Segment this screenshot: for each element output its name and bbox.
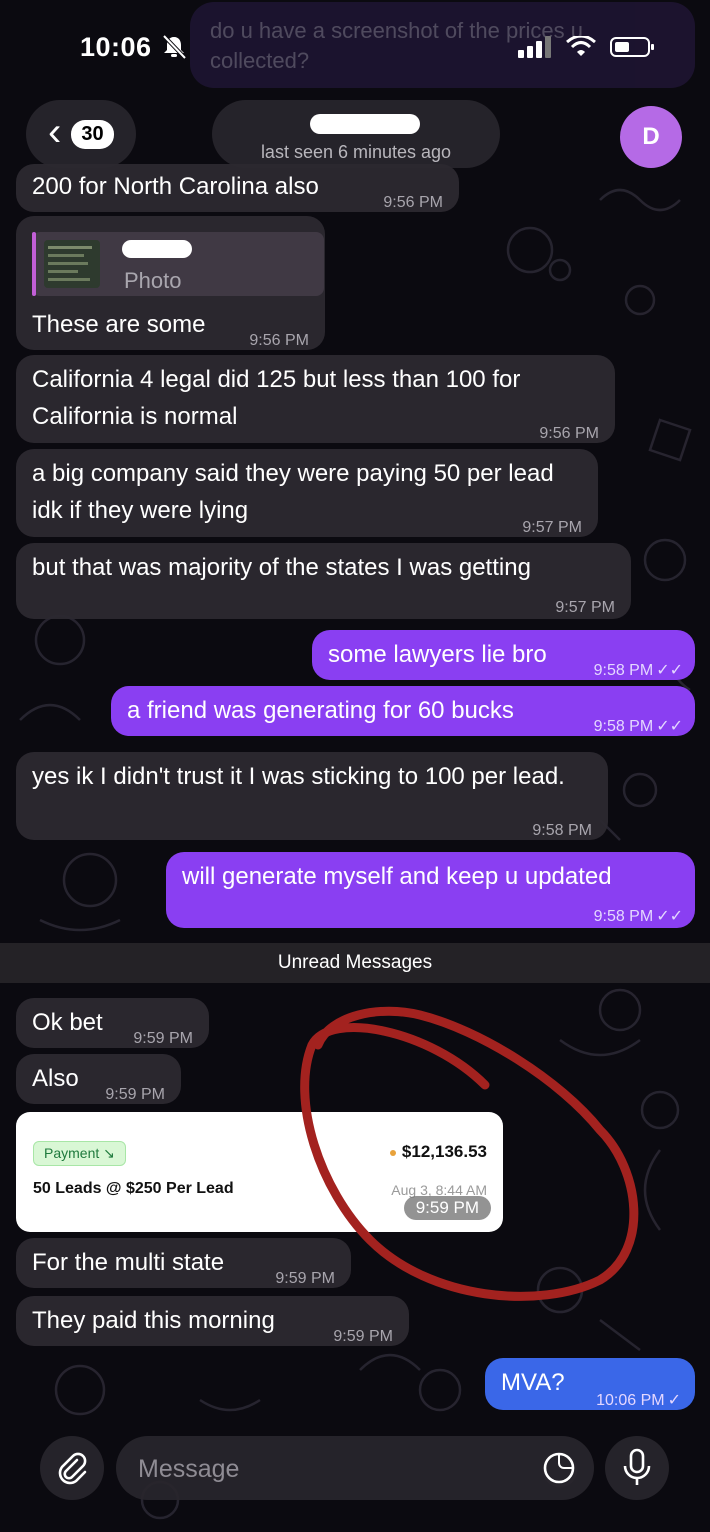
avatar[interactable]: D bbox=[620, 106, 682, 168]
redacted-sender bbox=[122, 240, 192, 258]
chevron-left-icon: ‹ bbox=[48, 110, 62, 154]
message-time: 9:59 PM bbox=[133, 1030, 193, 1047]
attach-button[interactable] bbox=[40, 1436, 104, 1500]
message-text: These are some bbox=[32, 311, 206, 338]
message-text: California 4 legal did 125 but less than… bbox=[32, 366, 521, 430]
message-time: 9:58 PM bbox=[593, 908, 654, 925]
message-text: They paid this morning bbox=[32, 1307, 275, 1334]
message-text: 200 for North Carolina also bbox=[32, 173, 319, 200]
photo-reply-card[interactable]: Photo bbox=[32, 232, 324, 296]
message-incoming[interactable]: They paid this morning 9:59 PM bbox=[16, 1296, 409, 1346]
message-incoming[interactable]: California 4 legal did 125 but less than… bbox=[16, 355, 615, 443]
message-input[interactable] bbox=[136, 1442, 540, 1496]
read-checks-icon: ✓✓ bbox=[656, 718, 683, 735]
message-text: a big company said they were paying 50 p… bbox=[32, 460, 554, 524]
message-incoming[interactable]: Ok bet 9:59 PM bbox=[16, 998, 209, 1048]
last-seen-status: last seen 6 minutes ago bbox=[260, 142, 452, 162]
paperclip-icon bbox=[58, 1452, 87, 1485]
message-time: 9:59 PM bbox=[275, 1270, 335, 1287]
message-time: 9:58 PM bbox=[593, 718, 654, 735]
bell-slash-icon bbox=[162, 34, 187, 60]
message-outgoing[interactable]: will generate myself and keep u updated … bbox=[166, 852, 695, 928]
photo-thumbnail bbox=[44, 240, 100, 288]
message-text: For the multi state bbox=[32, 1249, 225, 1276]
read-checks-icon: ✓✓ bbox=[656, 662, 683, 679]
microphone-icon bbox=[623, 1448, 651, 1485]
message-time: 9:58 PM bbox=[593, 662, 654, 679]
payment-screenshot-card[interactable]: Payment ↘ 50 Leads @ $250 Per Lead $12,1… bbox=[16, 1112, 503, 1232]
message-time: 10:06 PM bbox=[596, 1392, 665, 1409]
message-time: 9:57 PM bbox=[522, 519, 582, 536]
message-text: MVA? bbox=[501, 1369, 565, 1396]
message-time: 9:56 PM bbox=[539, 425, 599, 442]
unread-messages-divider: Unread Messages bbox=[0, 943, 710, 983]
message-outgoing[interactable]: some lawyers lie bro 9:58 PM ✓✓ bbox=[312, 630, 695, 680]
message-incoming-with-photo[interactable]: Photo These are some 9:56 PM bbox=[16, 216, 325, 350]
message-time: 9:58 PM bbox=[532, 822, 592, 839]
back-button[interactable]: ‹ 30 bbox=[26, 100, 136, 168]
message-time: 9:56 PM bbox=[383, 194, 443, 211]
message-outgoing[interactable]: MVA? 10:06 PM ✓ bbox=[485, 1358, 695, 1410]
message-outgoing[interactable]: a friend was generating for 60 bucks 9:5… bbox=[111, 686, 695, 736]
payment-description: 50 Leads @ $250 Per Lead bbox=[33, 1180, 234, 1197]
status-icons bbox=[518, 36, 654, 58]
signal-icon bbox=[518, 36, 551, 58]
message-incoming[interactable]: but that was majority of the states I wa… bbox=[16, 543, 631, 619]
message-composer bbox=[0, 1430, 710, 1510]
message-text: but that was majority of the states I wa… bbox=[32, 554, 531, 581]
wifi-icon bbox=[566, 36, 596, 56]
reply-label: Photo bbox=[124, 268, 182, 293]
battery-icon bbox=[610, 37, 654, 57]
unread-count-badge: 30 bbox=[71, 119, 114, 149]
message-time: 9:59 PM bbox=[403, 1196, 491, 1220]
read-checks-icon: ✓✓ bbox=[656, 908, 683, 925]
message-text: will generate myself and keep u updated bbox=[182, 863, 612, 890]
message-text: some lawyers lie bro bbox=[328, 641, 547, 668]
message-incoming[interactable]: 200 for North Carolina also 9:56 PM bbox=[16, 164, 459, 212]
message-text: yes ik I didn't trust it I was sticking … bbox=[32, 763, 565, 790]
message-time: 9:59 PM bbox=[333, 1328, 393, 1345]
message-time: 9:56 PM bbox=[249, 332, 309, 349]
message-incoming[interactable]: yes ik I didn't trust it I was sticking … bbox=[16, 752, 608, 840]
message-time: 9:57 PM bbox=[555, 599, 615, 616]
read-check-icon: ✓ bbox=[667, 1392, 681, 1409]
status-bar: do u have a screenshot of the prices u c… bbox=[0, 0, 710, 100]
message-time: 9:59 PM bbox=[105, 1086, 165, 1103]
message-input-container bbox=[116, 1436, 594, 1500]
message-text: Ok bet bbox=[32, 1009, 103, 1036]
redacted-contact-name bbox=[310, 114, 420, 134]
message-text: Also bbox=[32, 1065, 79, 1092]
clock: 10:06 bbox=[80, 32, 152, 62]
sticker-icon[interactable] bbox=[542, 1451, 576, 1485]
message-text: a friend was generating for 60 bucks bbox=[127, 697, 514, 724]
chat-title[interactable]: last seen 6 minutes ago bbox=[212, 100, 500, 168]
message-incoming[interactable]: For the multi state 9:59 PM bbox=[16, 1238, 351, 1288]
payment-amount: $12,136.53 bbox=[389, 1142, 487, 1162]
message-incoming[interactable]: a big company said they were paying 50 p… bbox=[16, 449, 598, 537]
payment-badge: Payment ↘ bbox=[33, 1141, 126, 1166]
chat-header: ‹ 30 last seen 6 minutes ago D bbox=[0, 100, 710, 170]
message-incoming[interactable]: Also 9:59 PM bbox=[16, 1054, 181, 1104]
voice-record-button[interactable] bbox=[605, 1436, 669, 1500]
